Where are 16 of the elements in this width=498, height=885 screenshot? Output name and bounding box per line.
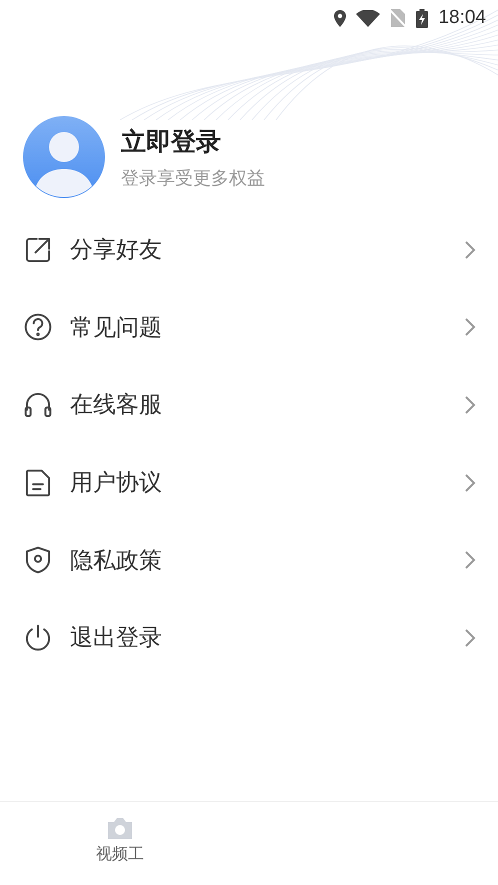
menu-item[interactable]: 在线客服	[0, 366, 498, 444]
menu-item[interactable]: 用户协议	[0, 444, 498, 522]
no-sim-icon	[390, 9, 406, 27]
battery-charging-icon	[416, 8, 428, 28]
nav-tab[interactable]: 视频工	[80, 802, 160, 885]
menu-item[interactable]: 退出登录	[0, 598, 498, 677]
clock-time: 18:04	[438, 7, 486, 29]
login-subtitle: 登录享受更多权益	[121, 166, 265, 190]
login-title[interactable]: 立即登录	[121, 124, 265, 158]
menu-item[interactable]: 常见问题	[0, 288, 498, 366]
menu-item[interactable]: 分享好友	[0, 211, 498, 289]
avatar-icon[interactable]	[23, 116, 105, 198]
menu-item[interactable]: 隐私政策	[0, 521, 498, 599]
location-icon	[334, 10, 346, 26]
help-icon	[22, 311, 54, 344]
wifi-icon	[356, 10, 380, 26]
